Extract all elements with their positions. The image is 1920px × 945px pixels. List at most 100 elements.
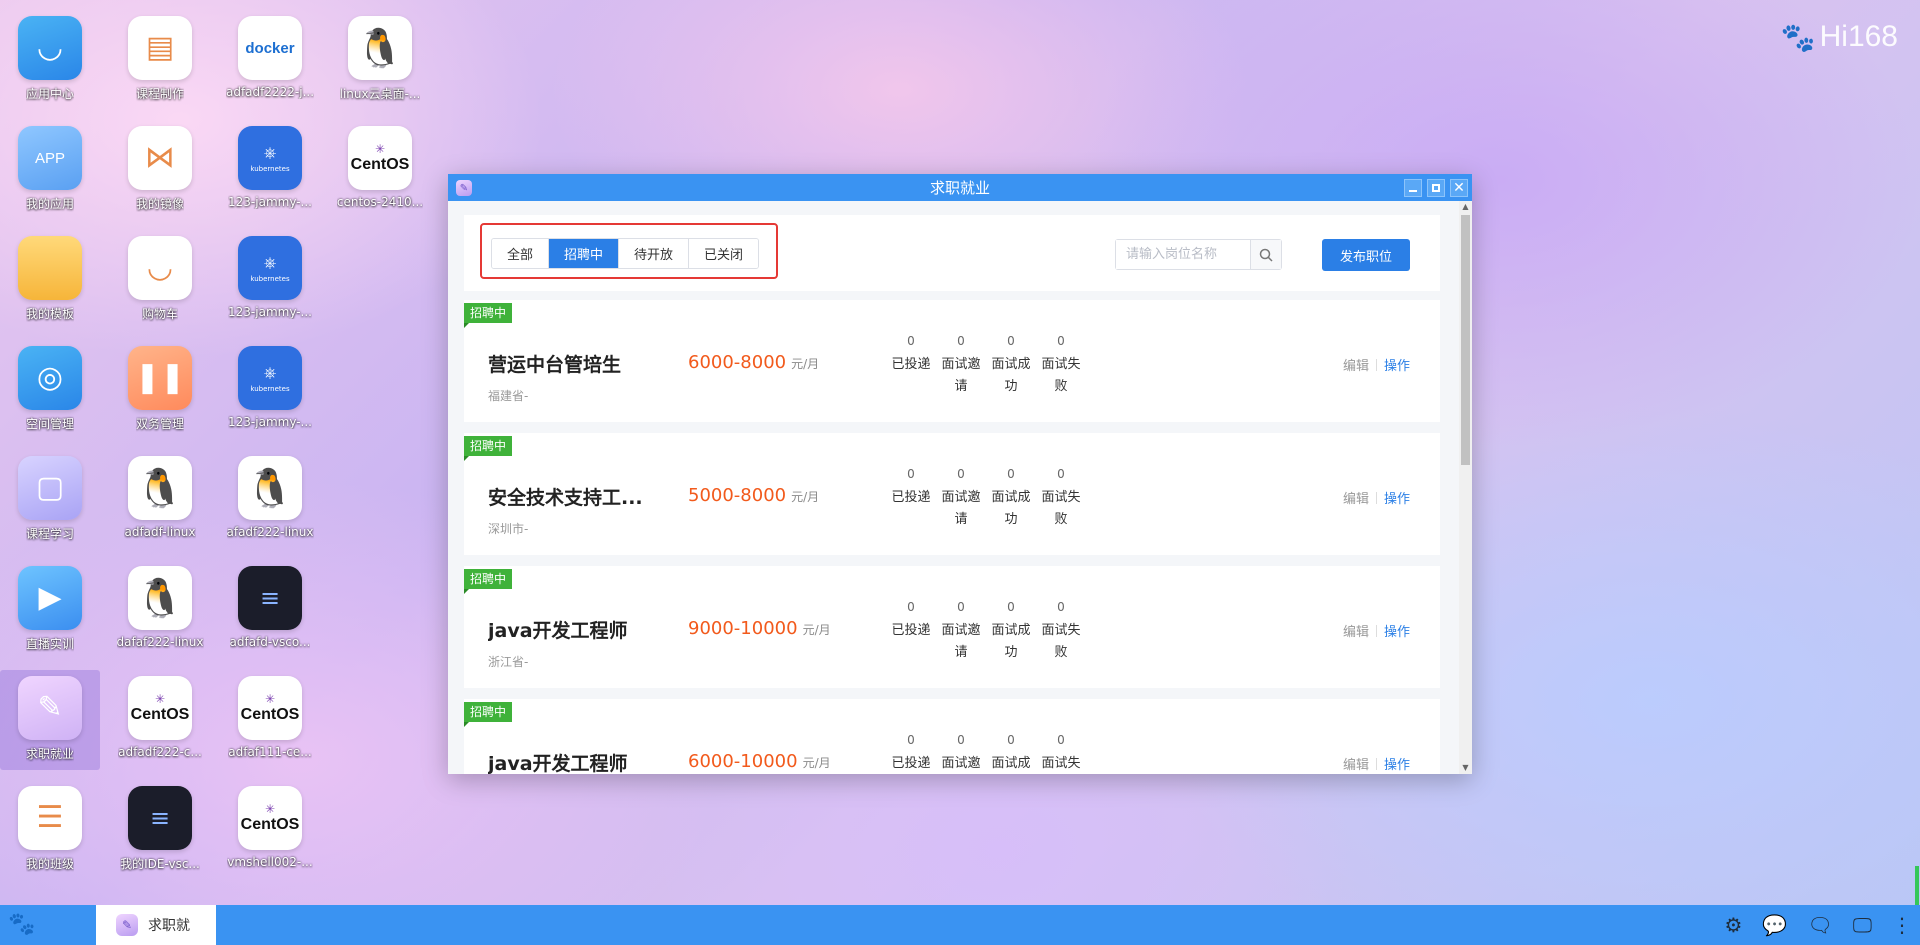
desktop-icon[interactable]: ⋈ 我的镜像 xyxy=(110,120,210,220)
job-card: 招聘中 java开发工程师 浙江省- 9000-10000 元/月 0 已投递 0 面试邀请 0 面… xyxy=(464,566,1440,688)
job-actions: 编辑 操作 xyxy=(1343,621,1410,640)
job-title[interactable]: 安全技术支持工... xyxy=(488,483,643,510)
stat-item[interactable]: 0 已投递 xyxy=(886,467,936,531)
desktop-icon[interactable]: ✎ 求职就业 xyxy=(0,670,100,770)
job-title[interactable]: 营运中台管培生 xyxy=(488,350,621,377)
job-location: 福建省- xyxy=(488,389,529,403)
taskbar-item-label: 求职就 xyxy=(148,918,190,934)
stat-item[interactable]: 0 面试成功 xyxy=(986,334,1036,398)
pause-icon: ❚❚ xyxy=(128,346,192,410)
desktop-icon[interactable]: ≡ adfafd-vsco... xyxy=(220,560,320,660)
desktop-icon[interactable]: ✳ CentOS vmshell002-... xyxy=(220,780,320,880)
stat-item[interactable]: 0 面试邀请 xyxy=(936,467,986,531)
stat-item[interactable]: 0 面试成功 xyxy=(986,733,1036,774)
stat-item[interactable]: 0 面试失败 xyxy=(1036,600,1086,664)
scroll-up-icon[interactable]: ▲ xyxy=(1459,201,1472,213)
message-icon[interactable]: 🗨 xyxy=(1807,914,1832,936)
desktop-icon-label: adfafd-vsco... xyxy=(229,635,311,649)
desktop-icon[interactable]: ≡ 我的IDE-vsc... xyxy=(110,780,210,880)
window-scrollbar[interactable]: ▲ ▼ xyxy=(1459,201,1472,774)
stat-item[interactable]: 0 面试失败 xyxy=(1036,334,1086,398)
window-content: 全部招聘中待开放已关闭 发布职位 招聘中营运中台管培生福建省-6000-8000… xyxy=(448,201,1472,774)
desktop-icon[interactable]: ◡ 应用中心 xyxy=(0,10,100,110)
job-stats: 0 已投递 0 面试邀请 0 面试成功 0 面试失败 xyxy=(886,467,1086,531)
desktop-icon[interactable]: ◡ 购物车 xyxy=(110,230,210,330)
operate-link[interactable]: 操作 xyxy=(1384,488,1410,507)
filter-tab[interactable]: 招聘中 xyxy=(549,239,620,268)
desktop-icon[interactable]: ▶ 直播实训 xyxy=(0,560,100,660)
job-stats: 0 已投递 0 面试邀请 0 面试成功 0 面试失败 xyxy=(886,733,1086,774)
desktop-icon[interactable]: 🐧 dafaf222-linux xyxy=(110,560,210,660)
edit-link[interactable]: 编辑 xyxy=(1343,355,1369,374)
desktop-icon[interactable]: 🐧 afadf222-linux xyxy=(220,450,320,550)
desktop-icon[interactable]: ✳ CentOS adfaf111-ce... xyxy=(220,670,320,770)
job-icon: ✎ xyxy=(18,676,82,740)
stat-label: 已投递 xyxy=(891,490,931,505)
desktop-icon[interactable]: ☰ 我的班级 xyxy=(0,780,100,880)
stat-item[interactable]: 0 面试失败 xyxy=(1036,733,1086,774)
operate-link[interactable]: 操作 xyxy=(1384,621,1410,640)
job-toolbar: 全部招聘中待开放已关闭 发布职位 xyxy=(464,215,1440,291)
desktop-icon[interactable]: 🐧 linux云桌面-... xyxy=(330,10,430,110)
desktop-icon[interactable]: ❚❚ 双务管理 xyxy=(110,340,210,440)
desktop-icon[interactable]: ⎈ kubernetes 123-jammy-... xyxy=(220,230,320,330)
desktop-icon[interactable]: ▤ 课程制作 xyxy=(110,10,210,110)
desktop-icon-label: afadf222-linux xyxy=(226,525,314,539)
desktop-icon[interactable]: ✳ CentOS centos-2410... xyxy=(330,120,430,220)
filter-tab[interactable]: 全部 xyxy=(492,239,550,268)
stat-item[interactable]: 0 已投递 xyxy=(886,733,936,774)
stat-label: 面试成功 xyxy=(991,357,1031,394)
taskbar-item-job[interactable]: ✎ 求职就 xyxy=(96,905,216,945)
stat-item[interactable]: 0 面试失败 xyxy=(1036,467,1086,531)
stat-item[interactable]: 0 面试成功 xyxy=(986,600,1036,664)
search-input[interactable] xyxy=(1116,240,1250,269)
desktop-icon-label: 直播实训 xyxy=(25,637,74,651)
desktop-icon[interactable]: APP 我的应用 xyxy=(0,120,100,220)
stat-item[interactable]: 0 已投递 xyxy=(886,334,936,398)
window-titlebar[interactable]: ✎ 求职就业 ✕ xyxy=(448,174,1472,201)
stat-item[interactable]: 0 面试成功 xyxy=(986,467,1036,531)
filter-tab[interactable]: 已关闭 xyxy=(689,239,759,268)
desktop-icon-label: 空间管理 xyxy=(25,417,74,431)
desktop-icon[interactable]: 🐧 adfadf-linux xyxy=(110,450,210,550)
desktop-icon[interactable]: docker adfadf2222-j... xyxy=(220,10,320,110)
stat-item[interactable]: 0 面试邀请 xyxy=(936,600,986,664)
stat-item[interactable]: 0 面试邀请 xyxy=(936,334,986,398)
job-window: ✎ 求职就业 ✕ 全部招聘中待开放已关闭 发布职位 招聘中 xyxy=(448,174,1472,774)
operate-link[interactable]: 操作 xyxy=(1384,355,1410,374)
desktop-icon[interactable]: ◎ 空间管理 xyxy=(0,340,100,440)
space-icon: ◎ xyxy=(18,346,82,410)
desktop-icon[interactable]: 我的模板 xyxy=(0,230,100,330)
job-title[interactable]: java开发工程师 xyxy=(488,616,628,643)
wechat-icon[interactable]: 💬 xyxy=(1762,914,1787,936)
edit-link[interactable]: 编辑 xyxy=(1343,488,1369,507)
code-icon: ≡ xyxy=(128,786,192,850)
search-button[interactable] xyxy=(1250,240,1281,269)
search-box xyxy=(1115,239,1282,270)
desktop-icon[interactable]: ✳ CentOS adfadf222-c... xyxy=(110,670,210,770)
desktop-icon[interactable]: ⎈ kubernetes 123-jammy-... xyxy=(220,120,320,220)
monitor-icon[interactable]: 🖵 xyxy=(1853,914,1872,936)
filter-tab[interactable]: 待开放 xyxy=(619,239,690,268)
maximize-button[interactable] xyxy=(1427,179,1445,197)
scroll-thumb[interactable] xyxy=(1461,215,1470,465)
divider xyxy=(1375,624,1377,637)
publish-job-button[interactable]: 发布职位 xyxy=(1322,239,1410,271)
minimize-button[interactable] xyxy=(1404,179,1422,197)
window-title: 求职就业 xyxy=(929,179,990,197)
edit-link[interactable]: 编辑 xyxy=(1343,754,1369,773)
desktop-icon[interactable]: ⎈ kubernetes 123-jammy-... xyxy=(220,340,320,440)
kubernetes-icon: ⎈ kubernetes xyxy=(238,126,302,190)
stat-item[interactable]: 0 面试邀请 xyxy=(936,733,986,774)
edit-link[interactable]: 编辑 xyxy=(1343,621,1369,640)
job-title[interactable]: java开发工程师 xyxy=(488,749,628,774)
scroll-down-icon[interactable]: ▼ xyxy=(1459,762,1472,774)
desktop-icon[interactable]: ▢ 课程学习 xyxy=(0,450,100,550)
settings-gear-icon[interactable]: ⚙ xyxy=(1724,914,1742,936)
stat-item[interactable]: 0 已投递 xyxy=(886,600,936,664)
operate-link[interactable]: 操作 xyxy=(1384,754,1410,773)
close-button[interactable]: ✕ xyxy=(1450,179,1468,197)
start-cat-icon[interactable]: 🐾 xyxy=(8,913,35,937)
brand-logo: 🐾 Hi168 xyxy=(1781,20,1898,54)
show-desktop-icon[interactable]: ⋮ xyxy=(1892,914,1912,936)
